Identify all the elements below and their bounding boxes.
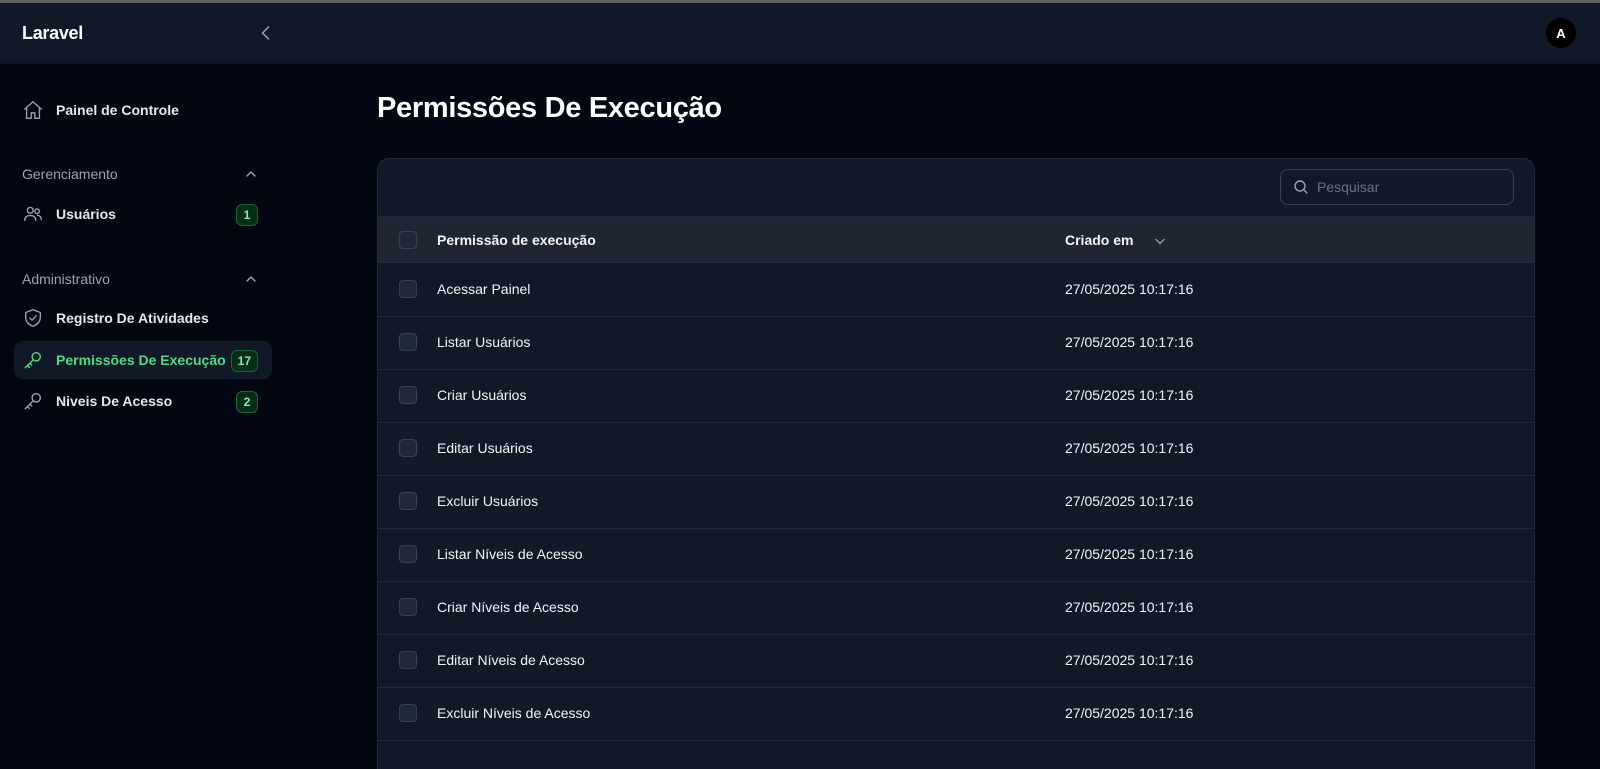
search-icon <box>1294 180 1308 194</box>
shield-check-icon <box>22 307 44 329</box>
created-at-cell: 27/05/2025 10:17:16 <box>1065 440 1194 456</box>
row-checkbox[interactable] <box>399 439 417 457</box>
home-icon <box>22 99 44 121</box>
created-at-cell: 27/05/2025 10:17:16 <box>1065 334 1194 350</box>
chevron-left-icon <box>261 26 270 40</box>
chevron-up-icon <box>246 171 256 177</box>
permission-name-cell: Listar Usuários <box>437 334 531 350</box>
permission-name-cell: Excluir Usuários <box>437 493 539 509</box>
sidebar-item-permissoes-execucao[interactable]: Permissões De Execução 17 <box>14 341 272 379</box>
table-row[interactable]: Listar Usuários 27/05/2025 10:17:16 <box>378 316 1534 370</box>
permission-name-cell: Criar Níveis de Acesso <box>437 599 579 615</box>
sidebar-item-label: Permissões De Execução <box>56 352 226 368</box>
search-box[interactable] <box>1280 169 1514 205</box>
permission-name-cell: Acessar Painel <box>437 281 531 297</box>
created-at-cell: 27/05/2025 10:17:16 <box>1065 705 1194 721</box>
users-icon <box>22 203 44 225</box>
row-checkbox[interactable] <box>399 280 417 298</box>
table-header: Permissão de execução Criado em <box>378 216 1534 263</box>
row-checkbox[interactable] <box>399 492 417 510</box>
permission-name-cell: Listar Níveis de Acesso <box>437 546 583 562</box>
count-badge: 2 <box>236 391 258 413</box>
brand-logo[interactable]: Laravel <box>22 23 83 44</box>
table-row[interactable]: Criar Níveis de Acesso 27/05/2025 10:17:1… <box>378 581 1534 635</box>
group-label-gerenciamento: Gerenciamento <box>22 166 118 182</box>
group-label-administrativo: Administrativo <box>22 271 110 287</box>
key-icon <box>22 349 44 371</box>
created-at-cell: 27/05/2025 10:17:16 <box>1065 599 1194 615</box>
group-collapse-toggle[interactable] <box>244 167 258 181</box>
permissions-table: Permissão de execução Criado em Acessar … <box>377 158 1535 769</box>
user-avatar[interactable]: A <box>1546 18 1576 48</box>
row-checkbox[interactable] <box>399 598 417 616</box>
row-checkbox[interactable] <box>399 651 417 669</box>
collapse-sidebar-button[interactable] <box>256 23 276 43</box>
table-row[interactable]: Editar Usuários 27/05/2025 10:17:16 <box>378 422 1534 476</box>
sidebar-item-label: Usuários <box>56 206 116 222</box>
created-at-cell: 27/05/2025 10:17:16 <box>1065 387 1194 403</box>
chevron-down-icon[interactable] <box>1154 235 1166 247</box>
search-input[interactable] <box>1317 179 1497 195</box>
created-at-cell: 27/05/2025 10:17:16 <box>1065 652 1194 668</box>
sidebar-item-label: Painel de Controle <box>56 102 179 118</box>
sidebar: Painel de Controle Gerenciamento Usuário… <box>0 64 290 769</box>
row-checkbox[interactable] <box>399 333 417 351</box>
page-title: Permissões De Execução <box>377 92 722 124</box>
key-icon <box>22 390 44 412</box>
top-bar: Laravel A <box>0 3 1600 64</box>
table-row[interactable]: Listar Níveis de Acesso 27/05/2025 10:17:… <box>378 528 1534 582</box>
sidebar-item-niveis-acesso[interactable]: Niveis De Acesso 2 <box>14 382 272 420</box>
created-at-cell: 27/05/2025 10:17:16 <box>1065 281 1194 297</box>
table-row[interactable]: Acessar Painel 27/05/2025 10:17:16 <box>378 263 1534 317</box>
sidebar-item-usuarios[interactable]: Usuários 1 <box>14 195 272 233</box>
table-row[interactable]: Criar Usuários 27/05/2025 10:17:16 <box>378 369 1534 423</box>
sidebar-item-label: Registro De Atividades <box>56 310 209 326</box>
count-badge: 1 <box>236 204 258 226</box>
row-checkbox[interactable] <box>399 386 417 404</box>
group-collapse-toggle[interactable] <box>244 272 258 286</box>
count-badge: 17 <box>230 350 258 372</box>
created-at-cell: 27/05/2025 10:17:16 <box>1065 546 1194 562</box>
permission-name-cell: Criar Usuários <box>437 387 527 403</box>
chevron-up-icon <box>246 276 256 282</box>
sidebar-item-registro-atividades[interactable]: Registro De Atividades <box>14 299 272 337</box>
created-at-cell: 27/05/2025 10:17:16 <box>1065 493 1194 509</box>
table-row[interactable]: Editar Níveis de Acesso 27/05/2025 10:17:… <box>378 634 1534 688</box>
permission-name-cell: Excluir Níveis de Acesso <box>437 705 591 721</box>
table-row[interactable]: Excluir Usuários 27/05/2025 10:17:16 <box>378 475 1534 529</box>
column-header-criado-em[interactable]: Criado em <box>1065 232 1133 248</box>
table-row[interactable]: Excluir Níveis de Acesso 27/05/2025 10:17… <box>378 687 1534 741</box>
row-checkbox[interactable] <box>399 704 417 722</box>
permission-name-cell: Editar Níveis de Acesso <box>437 652 585 668</box>
row-checkbox[interactable] <box>399 545 417 563</box>
sidebar-item-dashboard[interactable]: Painel de Controle <box>14 91 272 129</box>
column-header-permissao[interactable]: Permissão de execução <box>437 232 596 248</box>
sidebar-item-label: Niveis De Acesso <box>56 393 173 409</box>
permission-name-cell: Editar Usuários <box>437 440 533 456</box>
select-all-checkbox[interactable] <box>399 231 417 249</box>
